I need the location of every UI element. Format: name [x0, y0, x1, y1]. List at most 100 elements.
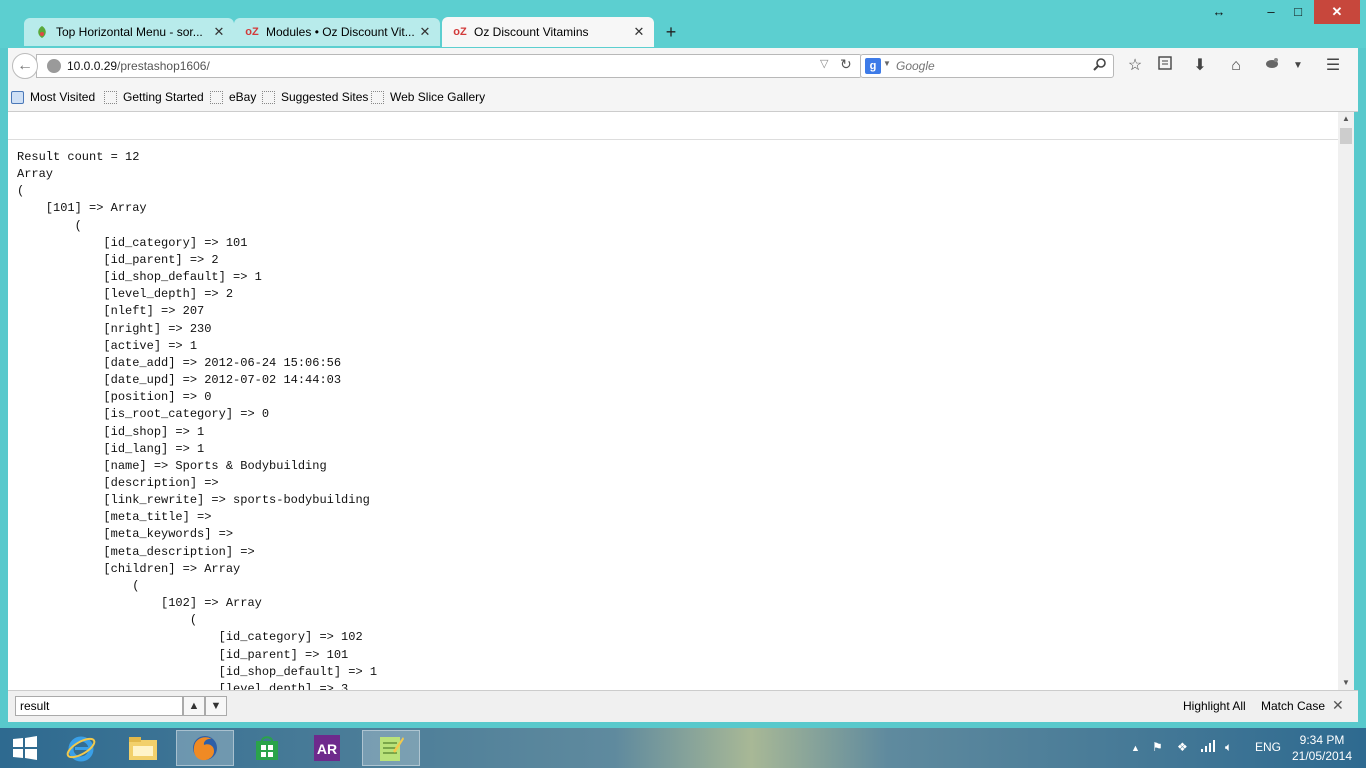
adobe-reader-icon[interactable]: AR	[298, 730, 356, 766]
dump-line: [nleft] => 207	[17, 304, 205, 319]
scroll-down-icon[interactable]: ▼	[1338, 676, 1354, 690]
dump-line: [link_rewrite] => sports-bodybuilding	[17, 493, 370, 508]
close-icon[interactable]: ✕	[418, 24, 432, 40]
new-tab-button[interactable]: +	[660, 22, 682, 42]
url-bar[interactable]: 10.0.0.29/prestashop1606/ ▽ ↻	[36, 54, 862, 78]
addon-icon[interactable]	[1261, 56, 1283, 76]
dump-line: [id_lang] => 1	[17, 441, 205, 456]
find-previous-button[interactable]: ▲	[183, 696, 205, 716]
close-icon[interactable]: ✕	[1332, 697, 1344, 714]
close-window-button[interactable]: ✕	[1314, 0, 1360, 24]
dump-line: [id_shop_default] => 1	[17, 270, 262, 285]
dump-line: [id_category] => 101	[17, 235, 248, 250]
page-content: Result count = 12 Array ( [101] => Array (…	[8, 112, 1338, 690]
dump-line: [children] => Array	[17, 561, 241, 576]
dump-line: [id_parent] => 2	[17, 252, 219, 267]
system-clock[interactable]: 9:34 PM 21/05/2014	[1288, 732, 1356, 764]
url-host: 10.0.0.29	[67, 59, 118, 73]
network-signal-icon[interactable]	[1200, 740, 1216, 755]
php-array-dump: Result count = 12 Array ( [101] => Array (…	[17, 149, 377, 690]
search-bar[interactable]: g ▼	[860, 54, 1114, 78]
page-icon	[104, 90, 117, 104]
bookmark-ebay[interactable]: eBay	[210, 90, 256, 104]
url-text[interactable]: 10.0.0.29/prestashop1606/	[67, 59, 210, 73]
close-icon[interactable]: ✕	[632, 24, 646, 40]
tab-label: Modules • Oz Discount Vit...	[266, 25, 415, 39]
volume-icon[interactable]: 🔈︎	[1225, 740, 1232, 755]
page-icon	[371, 90, 384, 104]
dump-line: [level_depth] => 2	[17, 287, 234, 302]
tab-label: Oz Discount Vitamins	[474, 25, 589, 39]
close-icon[interactable]: ✕	[212, 24, 226, 40]
navigation-toolbar: 10.0.0.29/prestashop1606/ ▽ ↻ ← g ▼ ☆ ⬇ …	[8, 48, 1358, 84]
language-indicator[interactable]: ENG	[1255, 740, 1281, 754]
google-icon[interactable]: g	[865, 58, 881, 74]
restore-icon[interactable]: ↔	[1204, 0, 1234, 24]
windows-store-icon[interactable]	[238, 730, 296, 766]
title-bar: ↔ – □ ✕ Top Horizontal Menu - sor... ✕ o…	[0, 0, 1366, 48]
match-case-toggle[interactable]: Match Case	[1261, 699, 1325, 713]
bookmarks-toolbar: Most Visited Getting Started eBay Sugges…	[8, 84, 1358, 112]
dump-line: [102] => Array	[17, 596, 262, 611]
minimize-button[interactable]: –	[1256, 0, 1286, 24]
find-next-button[interactable]: ▼	[205, 696, 227, 716]
dump-line: [position] => 0	[17, 390, 212, 405]
bookmark-label: Suggested Sites	[281, 90, 369, 104]
globe-icon	[47, 59, 61, 73]
firefox-icon[interactable]	[176, 730, 234, 766]
bookmark-web-slice-gallery[interactable]: Web Slice Gallery	[371, 90, 485, 104]
dropbox-icon[interactable]: ❖	[1177, 740, 1188, 754]
home-icon[interactable]: ⌂	[1225, 56, 1247, 76]
clock-date: 21/05/2014	[1291, 749, 1353, 763]
page-icon	[262, 90, 275, 104]
oz-favicon-icon: oZ	[245, 26, 259, 38]
taskbar: AR ▲ ⚑ ❖ 🔈︎ ENG 9:34 PM 21/05/2014	[0, 728, 1366, 768]
bookmark-label: Web Slice Gallery	[390, 90, 486, 104]
tab-modules[interactable]: oZ Modules • Oz Discount Vit... ✕	[234, 18, 440, 46]
show-hidden-icons-icon[interactable]: ▲	[1131, 743, 1140, 753]
bookmark-label: eBay	[229, 90, 257, 104]
dump-line: [id_shop_default] => 1	[17, 664, 378, 679]
file-explorer-icon[interactable]	[114, 730, 172, 766]
download-icon[interactable]: ⬇	[1189, 56, 1211, 76]
dump-line: [date_add] => 2012-06-24 15:06:56	[17, 355, 342, 370]
search-icon[interactable]	[1093, 57, 1107, 74]
bookmark-most-visited[interactable]: Most Visited	[11, 90, 95, 104]
dump-line: (	[17, 184, 25, 199]
url-path: /prestashop1606/	[117, 59, 210, 73]
bookmark-star-icon[interactable]: ☆	[1124, 56, 1146, 76]
scroll-up-icon[interactable]: ▲	[1338, 112, 1354, 126]
notepad-icon[interactable]	[362, 730, 420, 766]
chevron-down-icon[interactable]: ▼	[1287, 56, 1309, 76]
find-input[interactable]	[15, 696, 183, 716]
search-input[interactable]	[894, 58, 1088, 74]
bookmark-getting-started[interactable]: Getting Started	[104, 90, 204, 104]
clock-time: 9:34 PM	[1299, 733, 1345, 747]
highlight-all-toggle[interactable]: Highlight All	[1183, 699, 1246, 713]
bookmark-suggested-sites[interactable]: Suggested Sites	[262, 90, 368, 104]
tab-label: Top Horizontal Menu - sor...	[56, 25, 203, 39]
reload-icon[interactable]: ↻	[840, 56, 852, 73]
action-center-flag-icon[interactable]: ⚑	[1152, 740, 1163, 754]
chevron-down-icon[interactable]: ▼	[883, 59, 891, 68]
dump-line: Result count = 12	[17, 150, 140, 164]
dump-line: (	[17, 218, 82, 233]
tab-oz-discount-vitamins[interactable]: oZ Oz Discount Vitamins ✕	[442, 17, 654, 47]
dump-line: [meta_description] =>	[17, 544, 255, 559]
dump-line: [nright] => 230	[17, 321, 212, 336]
tab-top-horizontal-menu[interactable]: Top Horizontal Menu - sor... ✕	[24, 18, 234, 46]
dump-line: [id_parent] => 101	[17, 647, 349, 662]
bookmarks-menu-icon[interactable]	[1154, 56, 1176, 76]
dump-line: [name] => Sports & Bodybuilding	[17, 458, 327, 473]
scrollbar-thumb[interactable]	[1340, 128, 1352, 144]
dump-line: [description] =>	[17, 475, 219, 490]
internet-explorer-icon[interactable]	[52, 730, 110, 766]
dump-line: [meta_keywords] =>	[17, 527, 234, 542]
menu-icon[interactable]: ☰	[1322, 56, 1344, 76]
vertical-scrollbar[interactable]: ▲ ▼	[1338, 112, 1354, 690]
windows-start-icon[interactable]	[0, 730, 50, 766]
maximize-button[interactable]: □	[1283, 0, 1313, 24]
back-button[interactable]: ←	[12, 53, 38, 79]
chevron-down-icon[interactable]: ▽	[820, 57, 828, 70]
dump-line: Array	[17, 167, 54, 182]
